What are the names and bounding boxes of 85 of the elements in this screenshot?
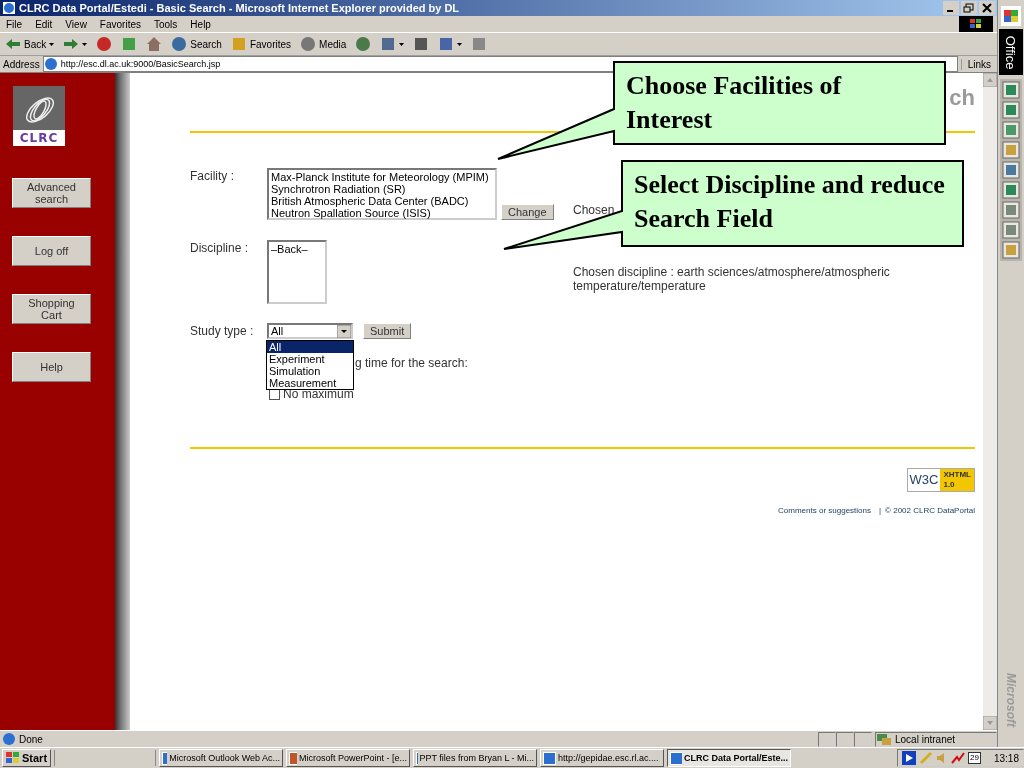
chosen-text: Chosen: [573, 203, 616, 217]
taskbar-button[interactable]: http://gepidae.esc.rl.ac....: [540, 749, 665, 767]
callout-text: Choose Facilities of Interest: [626, 70, 843, 136]
taskbar-button[interactable]: Microsoft PowerPoint - [e...: [286, 749, 411, 767]
office-title: Office: [1003, 35, 1019, 69]
page-icon: [43, 57, 58, 71]
change-button[interactable]: Change: [501, 204, 554, 220]
network-icon: [876, 732, 892, 746]
menu-item[interactable]: View: [65, 18, 87, 30]
windows-logo-icon: [6, 752, 20, 764]
browser-icon: [2, 1, 16, 15]
page-heading: ch: [949, 85, 975, 111]
app-shortcut-icon[interactable]: [1002, 141, 1020, 159]
sidebar-button[interactable]: Log off: [12, 236, 91, 266]
page-icon: [2, 732, 16, 746]
discipline-listbox[interactable]: –Back–: [267, 240, 327, 304]
chosen-discipline-text: Chosen discipline : earth sciences/atmosphere/atmospheric temperature/temperature: [573, 265, 891, 293]
field-label: Study type :: [190, 323, 255, 338]
dropdown-option[interactable]: All: [267, 341, 353, 353]
clock[interactable]: 13:18: [993, 752, 1019, 764]
app-shortcut-icon[interactable]: [1002, 101, 1020, 119]
submit-button[interactable]: Submit: [363, 323, 412, 339]
field-label: Discipline :: [190, 240, 250, 255]
logo-text: CLRC: [13, 130, 65, 146]
callout-text: Select Discipline and reduce Search Field: [634, 169, 946, 235]
signal-icon[interactable]: [951, 751, 966, 765]
calendar-icon[interactable]: 29: [968, 752, 981, 764]
status-pane: [854, 731, 872, 747]
close-icon[interactable]: [979, 1, 995, 15]
stop-icon: [96, 36, 113, 52]
maximize-icon[interactable]: [961, 1, 977, 15]
windows-logo-icon: [959, 16, 993, 32]
window-title: CLRC Data Portal/Estedi - Basic Search - Microsoft Internet Explorer provided by DL: [19, 2, 460, 14]
forward-arrow-icon: [63, 36, 80, 52]
copyright-text: © 2002 CLRC DataPortal: [885, 506, 975, 515]
sidebar-button[interactable]: Advanced search: [12, 178, 91, 208]
menu-item[interactable]: File: [6, 18, 23, 30]
swirl-icon: [13, 86, 65, 130]
minimize-icon[interactable]: [943, 1, 959, 15]
address-label: Address: [3, 58, 40, 70]
facility-listbox[interactable]: Max-Planck Institute for Meteorology (MPIM) Synchrotron Radiation (SR) British Atmospheric Data Center (BADC) Neutron Spallation Source (ISIS): [267, 168, 497, 220]
house-icon: [146, 36, 163, 52]
dropdown-option[interactable]: Measurement: [267, 377, 353, 389]
taskbar-button[interactable]: PPT files from Bryan L - Mi...: [413, 749, 538, 767]
dropdown-option[interactable]: Experiment: [267, 353, 353, 365]
app-shortcut-icon[interactable]: [1002, 201, 1020, 219]
taskbar-button[interactable]: Microsoft Outlook Web Ac...: [159, 749, 284, 767]
dropdown-arrow-icon[interactable]: [337, 324, 351, 338]
separator: |: [879, 506, 882, 515]
toolbar-button[interactable]: Back: [3, 36, 57, 52]
start-button[interactable]: Start: [2, 749, 52, 767]
status-pane: [836, 731, 854, 747]
menu-item[interactable]: Help: [190, 18, 211, 30]
scrollbar[interactable]: [983, 73, 997, 730]
status-text: Done: [19, 733, 43, 745]
back-arrow-icon: [5, 36, 21, 52]
app-shortcut-icon[interactable]: [1002, 161, 1020, 179]
waiting-time-text: g time for the search:: [355, 356, 468, 370]
checkbox[interactable]: [269, 388, 280, 400]
dropdown-option[interactable]: Simulation: [267, 365, 353, 377]
app-shortcut-icon[interactable]: [1002, 241, 1020, 259]
app-shortcut-icon[interactable]: [1002, 121, 1020, 139]
status-pane: [818, 731, 836, 747]
app-shortcut-icon[interactable]: [1002, 181, 1020, 199]
study-type-select[interactable]: All: [267, 323, 353, 339]
comments-link[interactable]: Comments or suggestions: [778, 506, 871, 515]
sidebar-button[interactable]: Help: [12, 352, 91, 382]
app-shortcut-icon[interactable]: [1002, 81, 1020, 99]
office-icon[interactable]: [1001, 6, 1021, 26]
scroll-up-icon[interactable]: [983, 73, 997, 87]
menu-item[interactable]: Favorites: [99, 18, 141, 30]
zone-text: Local intranet: [895, 733, 956, 745]
menu-item[interactable]: Tools: [154, 18, 178, 30]
menu-item[interactable]: Edit: [35, 18, 53, 30]
scroll-down-icon[interactable]: [983, 716, 997, 730]
toolbar-button[interactable]: Search: [169, 36, 224, 52]
app-shortcut-icon[interactable]: [1002, 221, 1020, 239]
field-label: Facility :: [190, 168, 235, 183]
toolbar-button[interactable]: [61, 36, 90, 52]
toolbar-button[interactable]: Media: [298, 36, 349, 52]
taskbar-button[interactable]: CLRC Data Portal/Este...: [667, 749, 792, 767]
sidebar-button[interactable]: Shopping Cart: [12, 294, 91, 324]
brand-text: Microsoft: [1004, 673, 1018, 727]
media-player-icon[interactable]: [902, 751, 917, 765]
toolbar-button[interactable]: Favorites: [228, 36, 294, 52]
